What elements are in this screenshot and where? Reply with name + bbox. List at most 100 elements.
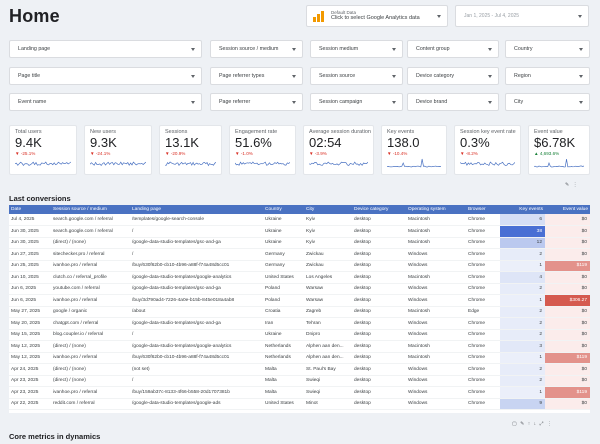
table-cell: 2 (500, 306, 545, 318)
table-cell: Chrome (466, 375, 500, 387)
sort-up-icon[interactable]: ↑ (528, 421, 532, 427)
date-range-picker[interactable]: Jan 1, 2025 - Jul 4, 2025 (455, 5, 589, 27)
table-row[interactable]: May 12, 2025 ivanhoe.pro / referral/buy/6… (9, 352, 590, 364)
column-header[interactable]: Browser (466, 205, 500, 214)
table-row[interactable]: Apr 22, 2025 reddit.com / referral/google… (9, 398, 590, 410)
table-cell: Tehran (304, 317, 352, 330)
table-row[interactable]: May 20, 2025 chatgpt.com / referral/googl… (9, 317, 590, 330)
table-cell: desktop (352, 237, 406, 249)
edit-icon[interactable]: ✎ (520, 421, 525, 427)
column-header[interactable]: Operating system (406, 205, 466, 214)
sparkline (90, 161, 146, 167)
table-cell: desktop (352, 306, 406, 318)
sparkline-path (387, 158, 441, 168)
arrow-down-icon: ▼ (90, 151, 95, 156)
filter-icon[interactable]: ▢ (512, 421, 518, 427)
table-cell: Los Angeles (304, 271, 352, 284)
column-header[interactable]: Date (9, 205, 51, 214)
filter-dropdown[interactable]: Page title (9, 67, 202, 85)
scorecard-value: $6.78K (534, 135, 576, 150)
sort-down-icon[interactable]: ↓ (534, 421, 538, 427)
column-header[interactable]: Device category (352, 205, 406, 214)
filter-dropdown[interactable]: Event name (9, 93, 202, 111)
column-header[interactable]: City (304, 205, 352, 214)
column-header[interactable]: Event value (545, 205, 590, 214)
scorecard[interactable]: Event value $6.78K ▲ 4,693.6% (528, 125, 590, 175)
filter-dropdown[interactable]: Landing page (9, 40, 202, 58)
table-cell: $0 (545, 306, 590, 318)
filter-dropdown[interactable]: Session medium (310, 40, 403, 58)
filter-dropdown[interactable]: Page referrer types (210, 67, 303, 85)
table-cell: May 12, 2025 (9, 352, 51, 364)
data-source-selector[interactable]: Default Data Click to select Google Anal… (306, 5, 448, 27)
filter-dropdown[interactable]: Region (505, 67, 590, 85)
table-cell: $306.27 (545, 294, 590, 307)
column-header[interactable]: Session source / medium (51, 205, 130, 214)
column-header[interactable]: Key events (500, 205, 545, 214)
table-cell: 2 (500, 363, 545, 376)
table-row[interactable]: Jun 30, 2025 (direct) / (none)/google-dat… (9, 237, 590, 249)
filter-dropdown[interactable]: Country (505, 40, 590, 58)
table-cell: Kyiv (304, 214, 352, 226)
table-row[interactable]: Jun 30, 2025 search.google.com / referral… (9, 225, 590, 238)
chevron-down-icon (579, 101, 583, 104)
filter-label: Session campaign (319, 99, 363, 105)
expand-icon[interactable]: ⤢ (540, 421, 545, 427)
table-row[interactable]: Apr 23, 2025 ivanhoe.pro / referral/buy/1… (9, 386, 590, 399)
table-cell: desktop (352, 225, 406, 238)
filter-dropdown[interactable]: Page referrer (210, 93, 303, 111)
chevron-down-icon (292, 75, 296, 78)
table-row[interactable]: Apr 24, 2025 (direct) / (none) (not set) Ma… (9, 363, 590, 376)
filter-dropdown[interactable]: Session source (310, 67, 403, 85)
table-cell: ivanhoe.pro / referral (51, 352, 130, 364)
table-cell: Poland (263, 294, 304, 307)
table-cell: Kyiv (304, 225, 352, 238)
edit-icon[interactable]: ✎ (565, 182, 570, 188)
scorecard[interactable]: Sessions 13.1K ▼ -20.9% (159, 125, 222, 175)
scorecard[interactable]: Average session duration 02:54 ▼ -3.9% (303, 125, 374, 175)
filter-dropdown[interactable]: Device brand (407, 93, 499, 111)
scorecard[interactable]: Session key event rate 0.3% ▼ -8.2% (454, 125, 521, 175)
scorecard[interactable]: Engagement rate 51.6% ▼ -1.0% (229, 125, 296, 175)
table-row[interactable]: Jul 4, 2025 search.google.com / referral /… (9, 214, 590, 226)
scorecard[interactable]: New users 9.3K ▼ -24.1% (84, 125, 152, 175)
scorecard[interactable]: Key events 138.0 ▼ -10.4% (381, 125, 447, 175)
sparkline-path (309, 161, 368, 166)
filter-dropdown[interactable]: Session campaign (310, 93, 403, 111)
table-cell: $0 (545, 363, 590, 376)
table-row[interactable]: Jun 27, 2025 sitechecker.pro / referral / G… (9, 248, 590, 261)
table-cell: Windows (406, 260, 466, 272)
table-row[interactable]: May 12, 2025 (direct) / (none)/google-dat… (9, 340, 590, 353)
table-cell: Warsaw (304, 294, 352, 307)
more-vert-icon[interactable]: ⋮ (573, 182, 579, 188)
scorecard[interactable]: Total users 9.4K ▼ -25.1% (9, 125, 77, 175)
table-cell: Macintosh (406, 214, 466, 226)
table-row[interactable]: Jun 6, 2025 youtube.com / referral/google… (9, 283, 590, 295)
table-row[interactable]: Jun 25, 2025 ivanhoe.pro / referral/buy/6… (9, 260, 590, 272)
table-cell: (not set) (130, 363, 263, 376)
table-row[interactable]: May 15, 2025 blog.coupler.io / referral / U… (9, 329, 590, 341)
column-header[interactable]: Landing page (130, 205, 263, 214)
arrow-down-icon: ▼ (387, 151, 392, 156)
table-cell: Chrome (466, 248, 500, 261)
table-row[interactable]: Jun 6, 2025 ivanhoe.pro / referral/buy/3d… (9, 294, 590, 307)
table-row[interactable]: Jun 10, 2025 clutch.co / referral_profile… (9, 271, 590, 284)
more-vert-icon[interactable]: ⋮ (547, 421, 553, 427)
column-header[interactable]: Country (263, 205, 304, 214)
filter-label: Event name (18, 99, 47, 105)
filter-dropdown[interactable]: Content group (407, 40, 499, 58)
table-cell: reddit.com / referral (51, 398, 130, 410)
table-cell: Apr 23, 2025 (9, 386, 51, 399)
table-cell: Chrome (466, 398, 500, 410)
table-cell: 38 (500, 225, 545, 238)
sparkline-path (165, 161, 216, 167)
table-cell: /about (130, 306, 263, 318)
filter-dropdown[interactable]: Session source / medium (210, 40, 303, 58)
table-row[interactable]: Apr 23, 2025 (direct) / (none) / Malta Swieq… (9, 375, 590, 387)
table-row[interactable]: May 27, 2025 google / organic/about Croati… (9, 306, 590, 318)
filter-dropdown[interactable]: Device category (407, 67, 499, 85)
table-cell: May 20, 2025 (9, 317, 51, 330)
table-cell: $119 (545, 260, 590, 272)
filter-dropdown[interactable]: City (505, 93, 590, 111)
table-cell: Windows (406, 248, 466, 261)
